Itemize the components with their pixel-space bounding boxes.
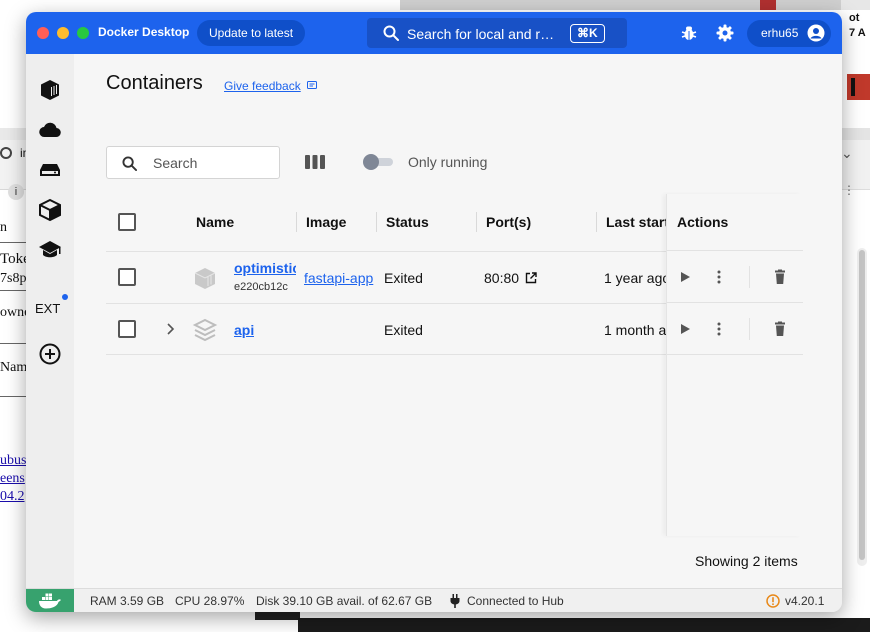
- bg-top-strip: [400, 0, 841, 10]
- app-title: Docker Desktop: [98, 25, 190, 39]
- ram-usage: RAM 3.59 GB: [90, 594, 165, 608]
- external-link-icon[interactable]: [525, 272, 537, 284]
- give-feedback-link[interactable]: Give feedback: [224, 79, 301, 93]
- learning-center-nav-icon[interactable]: [38, 238, 62, 262]
- close-window-button[interactable]: [37, 27, 49, 39]
- chevron-right-icon[interactable]: [165, 322, 175, 336]
- docker-whale-icon: [39, 593, 61, 609]
- more-vertical-icon[interactable]: [711, 321, 727, 337]
- warning-icon[interactable]: [766, 594, 780, 608]
- search-icon: [122, 156, 137, 171]
- column-header-name[interactable]: Name: [196, 194, 234, 251]
- more-vertical-icon: ⋮: [843, 183, 855, 197]
- row-checkbox[interactable]: [118, 320, 136, 338]
- background-bottom: [0, 612, 870, 632]
- username: erhu65: [761, 26, 799, 40]
- image-link[interactable]: fastapi-app: [304, 270, 378, 286]
- select-all-checkbox[interactable]: [118, 213, 136, 231]
- column-header-ports[interactable]: Port(s): [486, 194, 531, 251]
- hub-connection-status: Connected to Hub: [467, 594, 564, 608]
- container-id: e220cb12c: [234, 281, 288, 293]
- bug-icon[interactable]: [681, 25, 697, 41]
- add-extension-icon[interactable]: [38, 342, 62, 366]
- info-icon: i: [8, 184, 24, 200]
- row-checkbox[interactable]: [118, 268, 136, 286]
- status-text: Exited: [384, 322, 423, 338]
- delete-icon[interactable]: [772, 321, 788, 337]
- global-search-placeholder: Search for local and r…: [407, 26, 555, 42]
- extensions-nav-item[interactable]: EXT: [35, 301, 60, 316]
- cloud-nav-icon[interactable]: [38, 118, 62, 142]
- item-count: Showing 2 items: [695, 553, 798, 569]
- container-name-link[interactable]: optimistic: [234, 260, 296, 276]
- start-icon[interactable]: [677, 269, 693, 285]
- zoom-window-button[interactable]: [77, 27, 89, 39]
- column-header-last-started[interactable]: Last started: [606, 194, 670, 251]
- globe-icon: [0, 147, 12, 159]
- search-icon: [383, 25, 399, 41]
- search-shortcut-badge: ⌘K: [570, 24, 605, 43]
- delete-icon[interactable]: [772, 269, 788, 285]
- page-title: Containers: [106, 72, 203, 94]
- notification-dot: [62, 294, 68, 300]
- search-input[interactable]: [153, 154, 273, 172]
- compose-stack-icon: [192, 318, 218, 342]
- column-header-actions: Actions: [677, 214, 729, 230]
- global-search[interactable]: Search for local and r… ⌘K: [367, 18, 627, 48]
- background-window-right: ot 7 A ⌄ ⋮: [841, 0, 870, 632]
- column-header-image[interactable]: Image: [306, 194, 346, 251]
- actions-column: Actions: [666, 194, 803, 536]
- sidebar: EXT: [26, 54, 74, 588]
- cpu-usage: CPU 28.97%: [175, 594, 245, 608]
- avatar-icon: [807, 24, 825, 42]
- container-icon: [194, 268, 216, 289]
- minimize-window-button[interactable]: [57, 27, 69, 39]
- only-running-toggle[interactable]: [363, 154, 393, 170]
- user-account-button[interactable]: erhu65: [747, 20, 831, 47]
- status-text: Exited: [384, 270, 423, 286]
- bg-text: 7 A: [849, 27, 866, 39]
- containers-nav-icon[interactable]: [38, 78, 62, 102]
- last-started-text: 1 year ago: [604, 270, 670, 286]
- dev-environments-nav-icon[interactable]: [38, 198, 62, 222]
- feedback-icon: [307, 81, 317, 89]
- volumes-nav-icon[interactable]: [38, 158, 62, 182]
- version-label[interactable]: v4.20.1: [785, 594, 824, 608]
- disk-usage: Disk 39.10 GB avail. of 62.67 GB: [256, 594, 433, 608]
- column-header-status[interactable]: Status: [386, 194, 429, 251]
- titlebar: Docker Desktop Update to latest Search f…: [26, 12, 842, 54]
- plug-icon: [450, 594, 460, 608]
- container-search: [106, 146, 280, 179]
- columns-icon[interactable]: [305, 154, 325, 170]
- start-icon[interactable]: [677, 321, 693, 337]
- stack-name-link[interactable]: api: [234, 322, 254, 338]
- update-button[interactable]: Update to latest: [197, 20, 306, 46]
- main-content: Containers Give feedback Only running: [74, 54, 842, 588]
- port-link[interactable]: 80:80: [484, 270, 519, 286]
- only-running-label: Only running: [408, 154, 488, 170]
- bg-scrollbar: [857, 248, 867, 566]
- last-started-text: 1 month ago: [604, 322, 670, 338]
- docker-desktop-window: Docker Desktop Update to latest Search f…: [26, 12, 842, 612]
- chevron-down-icon: ⌄: [841, 145, 853, 161]
- gear-icon[interactable]: [716, 24, 734, 42]
- more-vertical-icon[interactable]: [711, 269, 727, 285]
- bg-text: ot: [849, 12, 860, 24]
- status-bar: RAM 3.59 GB CPU 28.97% Disk 39.10 GB ava…: [26, 588, 842, 612]
- bg-red-block: [847, 74, 870, 100]
- docker-whale-button[interactable]: [26, 589, 74, 612]
